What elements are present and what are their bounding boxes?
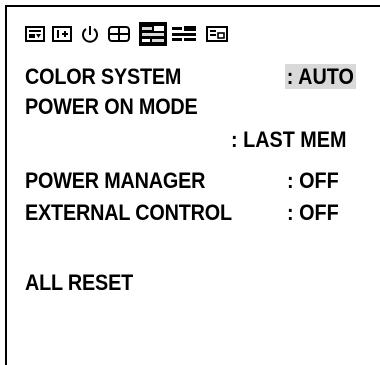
- color-system-label[interactable]: COLOR SYSTEM: [25, 64, 181, 90]
- osd-menu: COLOR SYSTEM : AUTO POWER ON MODE : LAST…: [0, 0, 380, 365]
- sliders-icon[interactable]: [172, 25, 198, 43]
- grid-icon[interactable]: [108, 25, 130, 43]
- frame-top-border: [5, 5, 380, 7]
- picture-icon[interactable]: [25, 25, 45, 43]
- all-reset-item[interactable]: ALL RESET: [25, 270, 133, 296]
- color-system-value[interactable]: : AUTO: [285, 64, 356, 90]
- input-icon[interactable]: [206, 25, 228, 43]
- power-manager-label[interactable]: POWER MANAGER: [25, 168, 205, 194]
- power-manager-value[interactable]: : OFF: [287, 168, 339, 194]
- settings-sliders-icon[interactable]: [139, 22, 167, 46]
- frame-left-border: [5, 5, 7, 365]
- color-system-value-text: : AUTO: [285, 64, 356, 89]
- external-control-value[interactable]: : OFF: [287, 200, 339, 226]
- power-on-mode-value[interactable]: : LAST MEM: [231, 127, 346, 153]
- power-icon[interactable]: [80, 25, 100, 43]
- external-control-label[interactable]: EXTERNAL CONTROL: [25, 200, 232, 226]
- power-on-mode-label[interactable]: POWER ON MODE: [25, 94, 198, 120]
- info-plus-icon[interactable]: [52, 25, 72, 43]
